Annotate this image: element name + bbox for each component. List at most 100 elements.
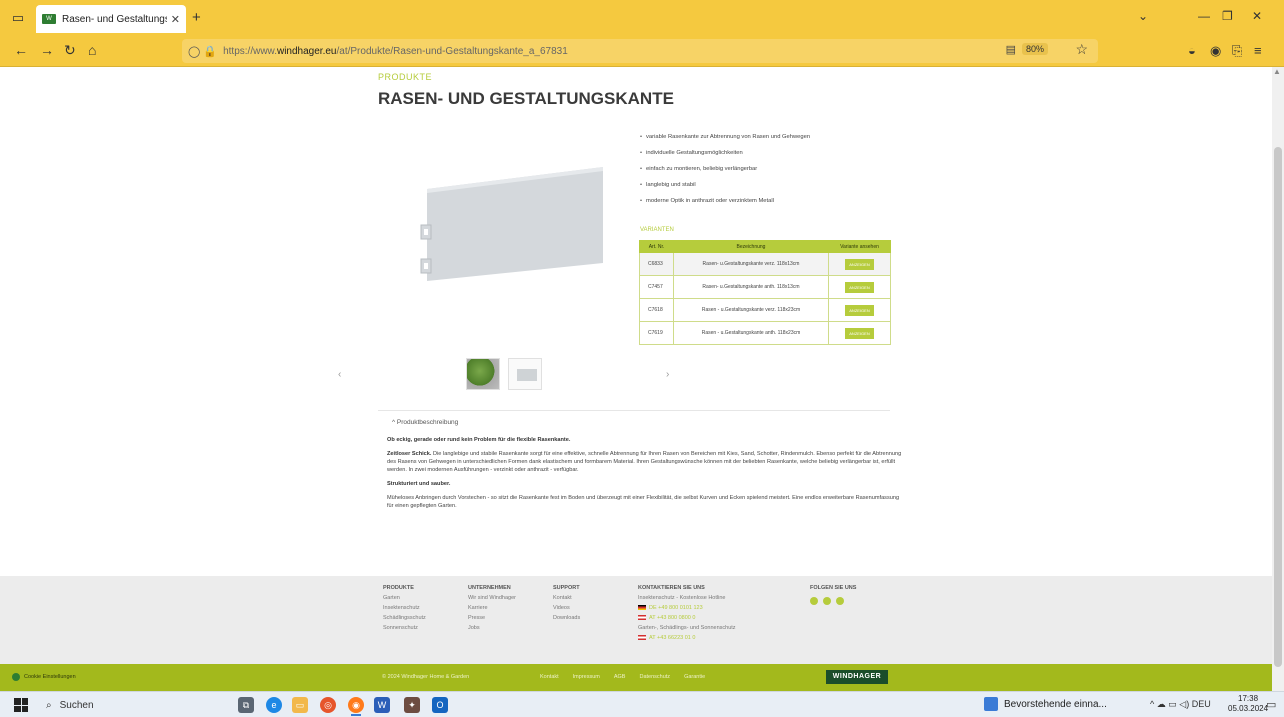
description-toggle[interactable]: ^ Produktbeschreibung — [392, 419, 458, 426]
footer-link[interactable]: Garten — [383, 593, 426, 603]
close-window-icon[interactable]: ✕ — [1252, 9, 1262, 23]
extensions-icon[interactable]: ⎘ — [1232, 43, 1242, 59]
footer-link[interactable]: Wir sind Windhager — [468, 593, 516, 603]
forward-icon[interactable]: → — [40, 42, 54, 58]
taskbar-notification[interactable]: Bevorstehende einna... — [984, 697, 1107, 711]
taskbar-clock[interactable]: 17:38 05.03.2024 — [1228, 694, 1268, 714]
pocket-icon[interactable]: ◒ — [1188, 43, 1196, 58]
show-variant-button[interactable]: ANZEIGEN — [845, 281, 874, 293]
footer-link[interactable]: Videos — [553, 603, 580, 613]
show-variant-button[interactable]: ANZEIGEN — [845, 304, 874, 316]
cloud-icon[interactable]: ☁ — [1157, 699, 1166, 709]
action-cell: ANZEIGEN — [828, 275, 891, 299]
active-app-indicator — [351, 714, 361, 716]
table-header-row: Art. Nr. Bezeichnung Variante ansehen — [639, 240, 891, 253]
footer-link[interactable]: Jobs — [468, 623, 516, 633]
new-tab-icon[interactable]: + — [192, 9, 201, 26]
system-tray[interactable]: ^ ☁ ▭ ◁) DEU — [1150, 699, 1211, 710]
phone-at-garden-text: AT +43 66223 01 0 — [649, 635, 696, 641]
windows-start-icon[interactable] — [14, 698, 28, 712]
footer-link[interactable]: AGB — [614, 674, 626, 680]
feature-list: variable Rasenkante zur Abtrennung von R… — [640, 133, 810, 213]
cookie-label: Cookie Einstellungen — [24, 674, 76, 680]
footer-link[interactable]: Datenschutz — [639, 674, 670, 680]
footer-link[interactable]: Insektenschutz — [383, 603, 426, 613]
browser-tab-active[interactable]: W Rasen- und Gestaltungskante | ✕ — [36, 5, 186, 33]
cookie-icon — [12, 673, 20, 681]
windhager-logo[interactable]: WINDHAGER — [826, 670, 888, 684]
col-art-nr: Art. Nr. — [639, 240, 674, 253]
phone-at[interactable]: AT +43 800 0800 0 — [638, 613, 736, 623]
restore-icon[interactable]: ❐ — [1222, 9, 1233, 23]
minimize-icon[interactable]: — — [1198, 9, 1210, 23]
scrollbar-thumb[interactable] — [1274, 147, 1282, 667]
search-icon: ⌕ — [46, 699, 52, 711]
page-scrollbar[interactable]: ▲ — [1272, 67, 1284, 691]
url-bar[interactable]: ◯ 🔒 https://www. windhager.eu/at/Produkte… — [182, 39, 1098, 63]
table-row: C7618 Rasen - u.Gestaltungskante verz. 1… — [639, 298, 891, 322]
show-variant-button[interactable]: ANZEIGEN — [845, 258, 874, 270]
facebook-icon[interactable] — [836, 597, 844, 605]
language-indicator[interactable]: DEU — [1192, 699, 1211, 709]
feature-item: langlebig und stabil — [640, 181, 810, 197]
footer-link[interactable]: Sonnenschutz — [383, 623, 426, 633]
social-icons — [810, 597, 856, 605]
tab-list-icon[interactable]: ▭ — [8, 8, 28, 28]
thumbnail-garden[interactable] — [466, 358, 500, 390]
app-icon[interactable]: ✦ — [404, 697, 420, 713]
zoom-level-badge[interactable]: 80% — [1021, 43, 1048, 55]
cookie-settings-button[interactable]: Cookie Einstellungen — [12, 673, 76, 681]
gallery-prev-icon[interactable]: ‹ — [338, 369, 341, 380]
reader-view-icon[interactable]: ▤ — [1006, 43, 1016, 56]
table-row: C7619 Rasen - u.Gestaltungskante anth. 1… — [639, 321, 891, 345]
bookmark-star-icon[interactable]: ☆ — [1075, 41, 1088, 58]
task-view-icon[interactable]: ⧉ — [238, 697, 254, 713]
page-title: RASEN- UND GESTALTUNGSKANTE — [378, 89, 674, 108]
gallery-thumbnails — [466, 358, 542, 390]
footer-col-company: UNTERNEHMEN Wir sind Windhager Karriere … — [468, 583, 516, 633]
thumbnail-product[interactable] — [508, 358, 542, 390]
action-center-icon[interactable]: ▭ — [1266, 698, 1276, 711]
legal-links: Kontakt Impressum AGB Datenschutz Garant… — [540, 674, 705, 680]
notification-text: Bevorstehende einna... — [1004, 698, 1107, 710]
back-icon[interactable]: ← — [14, 42, 28, 58]
footer-link[interactable]: Impressum — [573, 674, 600, 680]
tray-chevron-icon[interactable]: ^ — [1150, 699, 1154, 709]
footer-link[interactable]: Kontakt — [540, 674, 559, 680]
scroll-up-icon[interactable]: ▲ — [1273, 67, 1281, 76]
footer-col-products: PRODUKTE Garten Insektenschutz Schädling… — [383, 583, 426, 633]
footer-link[interactable]: Schädlingsschutz — [383, 613, 426, 623]
show-variant-button[interactable]: ANZEIGEN — [845, 327, 874, 339]
chrome-icon[interactable]: ◎ — [320, 697, 336, 713]
firefox-icon[interactable]: ◉ — [348, 697, 364, 713]
footer-link[interactable]: Downloads — [553, 613, 580, 623]
breadcrumb[interactable]: PRODUKTE — [378, 72, 432, 82]
footer-link[interactable]: Garantie — [684, 674, 705, 680]
instagram-icon[interactable] — [810, 597, 818, 605]
art-nr-cell: C7618 — [639, 298, 674, 322]
phone-de[interactable]: DE +49 800 0101 123 — [638, 603, 736, 613]
chevron-down-icon[interactable]: ⌄ — [1138, 9, 1148, 23]
reload-icon[interactable]: ↻ — [64, 42, 76, 59]
word-icon[interactable]: W — [374, 697, 390, 713]
network-icon[interactable]: ▭ — [1168, 699, 1177, 709]
gallery-next-icon[interactable]: › — [666, 369, 669, 380]
phone-at-garden[interactable]: AT +43 66223 01 0 — [638, 633, 736, 643]
close-tab-icon[interactable]: ✕ — [171, 13, 180, 26]
footer-link[interactable]: Presse — [468, 613, 516, 623]
product-image[interactable] — [415, 167, 605, 282]
youtube-icon[interactable] — [823, 597, 831, 605]
menu-icon[interactable]: ≡ — [1254, 43, 1262, 58]
edge-icon[interactable]: e — [266, 697, 282, 713]
name-cell: Rasen - u.Gestaltungskante anth. 118x23c… — [673, 321, 829, 345]
home-icon[interactable]: ⌂ — [88, 42, 96, 58]
volume-icon[interactable]: ◁) — [1179, 699, 1189, 709]
copyright-text: © 2024 Windhager Home & Garden — [382, 674, 470, 680]
footer-link[interactable]: Kontakt — [553, 593, 580, 603]
art-nr-cell: C7457 — [639, 275, 674, 299]
outlook-icon[interactable]: O — [432, 697, 448, 713]
file-explorer-icon[interactable]: ▭ — [292, 697, 308, 713]
account-icon[interactable]: ◉ — [1210, 43, 1221, 59]
taskbar-search[interactable]: ⌕ Suchen — [38, 695, 218, 715]
footer-link[interactable]: Karriere — [468, 603, 516, 613]
